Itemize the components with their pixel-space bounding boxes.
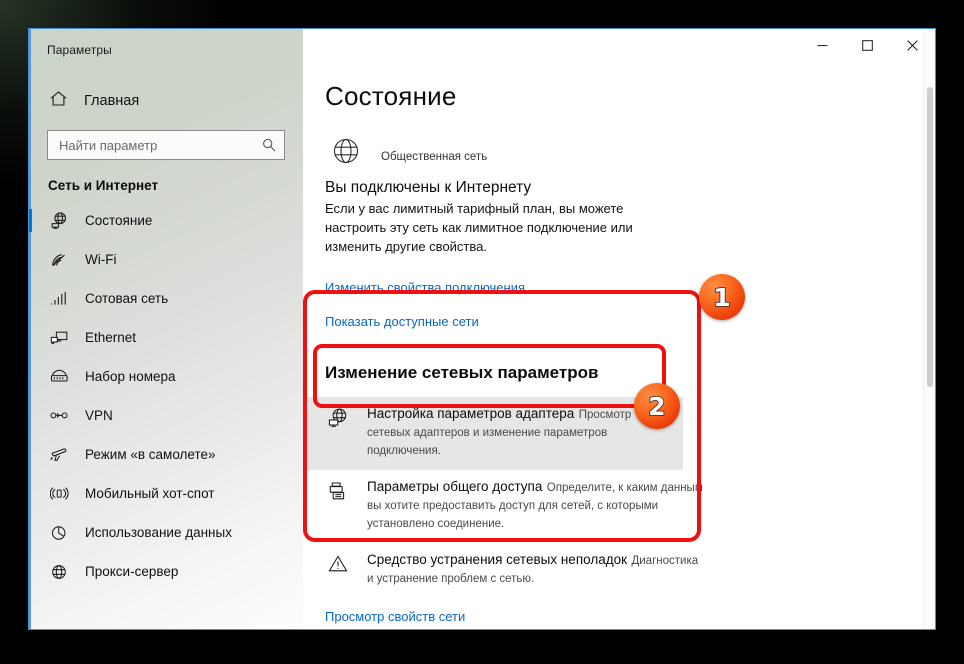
sidebar-item-cellular-label: Сотовая сеть: [85, 291, 169, 306]
scrollbar-thumb[interactable]: [927, 87, 933, 387]
section-heading-network-settings: Изменение сетевых параметров: [325, 362, 599, 382]
cellular-signal-icon: [49, 291, 69, 306]
sharing-options-icon: [325, 478, 351, 533]
adapter-globe-icon: [325, 405, 351, 460]
ethernet-icon: [49, 330, 69, 346]
link-view-network-properties[interactable]: Просмотр свойств сети: [303, 609, 465, 624]
sidebar-item-dialup-label: Набор номера: [85, 369, 176, 384]
network-status-icon: [49, 212, 69, 229]
vpn-icon: [49, 409, 69, 422]
selection-indicator: [29, 209, 32, 232]
sidebar-item-proxy-label: Прокси-сервер: [85, 564, 179, 579]
close-button[interactable]: [890, 29, 935, 61]
search-input[interactable]: [59, 137, 262, 153]
sidebar-item-proxy[interactable]: Прокси-сервер: [29, 552, 303, 591]
sidebar-nav: Состояние Wi-Fi Сотовая сеть Ethernet На…: [29, 201, 303, 591]
network-name: Общественная сеть: [381, 151, 488, 163]
data-usage-pie-icon: [49, 525, 69, 541]
titlebar-controls: [800, 29, 935, 61]
sidebar-item-vpn[interactable]: VPN: [29, 396, 303, 435]
main-content: Состояние Общественная сеть Вы подключен…: [303, 29, 935, 629]
sidebar-item-wifi[interactable]: Wi-Fi: [29, 240, 303, 279]
bottom-links: Просмотр свойств сети Брандмауэр Windows…: [303, 609, 935, 629]
setting-item-text: Настройка параметров адаптера Просмотр с…: [367, 405, 665, 460]
link-show-available-networks[interactable]: Показать доступные сети: [303, 314, 479, 329]
sidebar-group-title: Сеть и Интернет: [48, 178, 159, 193]
sidebar-item-status-label: Состояние: [85, 213, 153, 228]
sidebar-item-dialup[interactable]: Набор номера: [29, 357, 303, 396]
setting-item-text: Параметры общего доступа Определите, к к…: [367, 478, 705, 533]
settings-window: Параметры Главная Сеть и Интернет: [28, 28, 936, 630]
sidebar-item-home[interactable]: Главная: [29, 84, 303, 118]
setting-item-troubleshooter[interactable]: Средство устранения сетевых неполадок Ди…: [303, 543, 723, 598]
troubleshoot-warning-icon: [325, 551, 351, 588]
sidebar-item-cellular[interactable]: Сотовая сеть: [29, 279, 303, 318]
setting-item-title: Настройка параметров адаптера: [367, 405, 575, 421]
app-title: Параметры: [47, 43, 112, 57]
sidebar-item-data-usage-label: Использование данных: [85, 525, 232, 540]
setting-item-adapter-options[interactable]: Настройка параметров адаптера Просмотр с…: [303, 396, 683, 470]
search-icon: [262, 138, 276, 152]
connected-network-icon: [325, 137, 371, 177]
airplane-mode-icon: [49, 447, 69, 463]
network-status-summary: Общественная сеть: [325, 137, 935, 177]
home-icon: [49, 91, 67, 111]
sidebar-item-wifi-label: Wi-Fi: [85, 252, 117, 267]
sidebar: Параметры Главная Сеть и Интернет: [29, 29, 303, 629]
sidebar-item-airplane[interactable]: Режим «в самолете»: [29, 435, 303, 474]
dial-up-modem-icon: [49, 369, 69, 384]
maximize-button[interactable]: [845, 29, 890, 61]
setting-item-title: Параметры общего доступа: [367, 478, 543, 494]
sidebar-item-vpn-label: VPN: [85, 408, 113, 423]
minimize-button[interactable]: [800, 29, 845, 61]
link-change-connection-properties[interactable]: Изменить свойства подключения: [303, 280, 525, 295]
connection-status-title: Вы подключены к Интернету: [325, 179, 532, 196]
sidebar-item-ethernet-label: Ethernet: [85, 330, 137, 345]
sidebar-item-home-label: Главная: [84, 93, 140, 109]
sidebar-item-hotspot[interactable]: Мобильный хот-спот: [29, 474, 303, 513]
wifi-icon: [49, 252, 69, 268]
sidebar-item-ethernet[interactable]: Ethernet: [29, 318, 303, 357]
sidebar-item-hotspot-label: Мобильный хот-спот: [85, 486, 215, 501]
setting-item-text: Средство устранения сетевых неполадок Ди…: [367, 551, 705, 588]
sidebar-item-data-usage[interactable]: Использование данных: [29, 513, 303, 552]
setting-item-sharing-options[interactable]: Параметры общего доступа Определите, к к…: [303, 470, 723, 543]
main-scrollbar[interactable]: [923, 29, 935, 629]
search-box[interactable]: [47, 130, 285, 160]
sidebar-item-airplane-label: Режим «в самолете»: [85, 447, 216, 462]
setting-item-title: Средство устранения сетевых неполадок: [367, 551, 628, 567]
proxy-globe-icon: [49, 564, 69, 580]
network-settings-list: Настройка параметров адаптера Просмотр с…: [303, 396, 935, 598]
mobile-hotspot-icon: [49, 486, 69, 501]
sidebar-item-status[interactable]: Состояние: [29, 201, 303, 240]
connection-status-description: Если у вас лимитный тарифный план, вы мо…: [325, 201, 633, 254]
